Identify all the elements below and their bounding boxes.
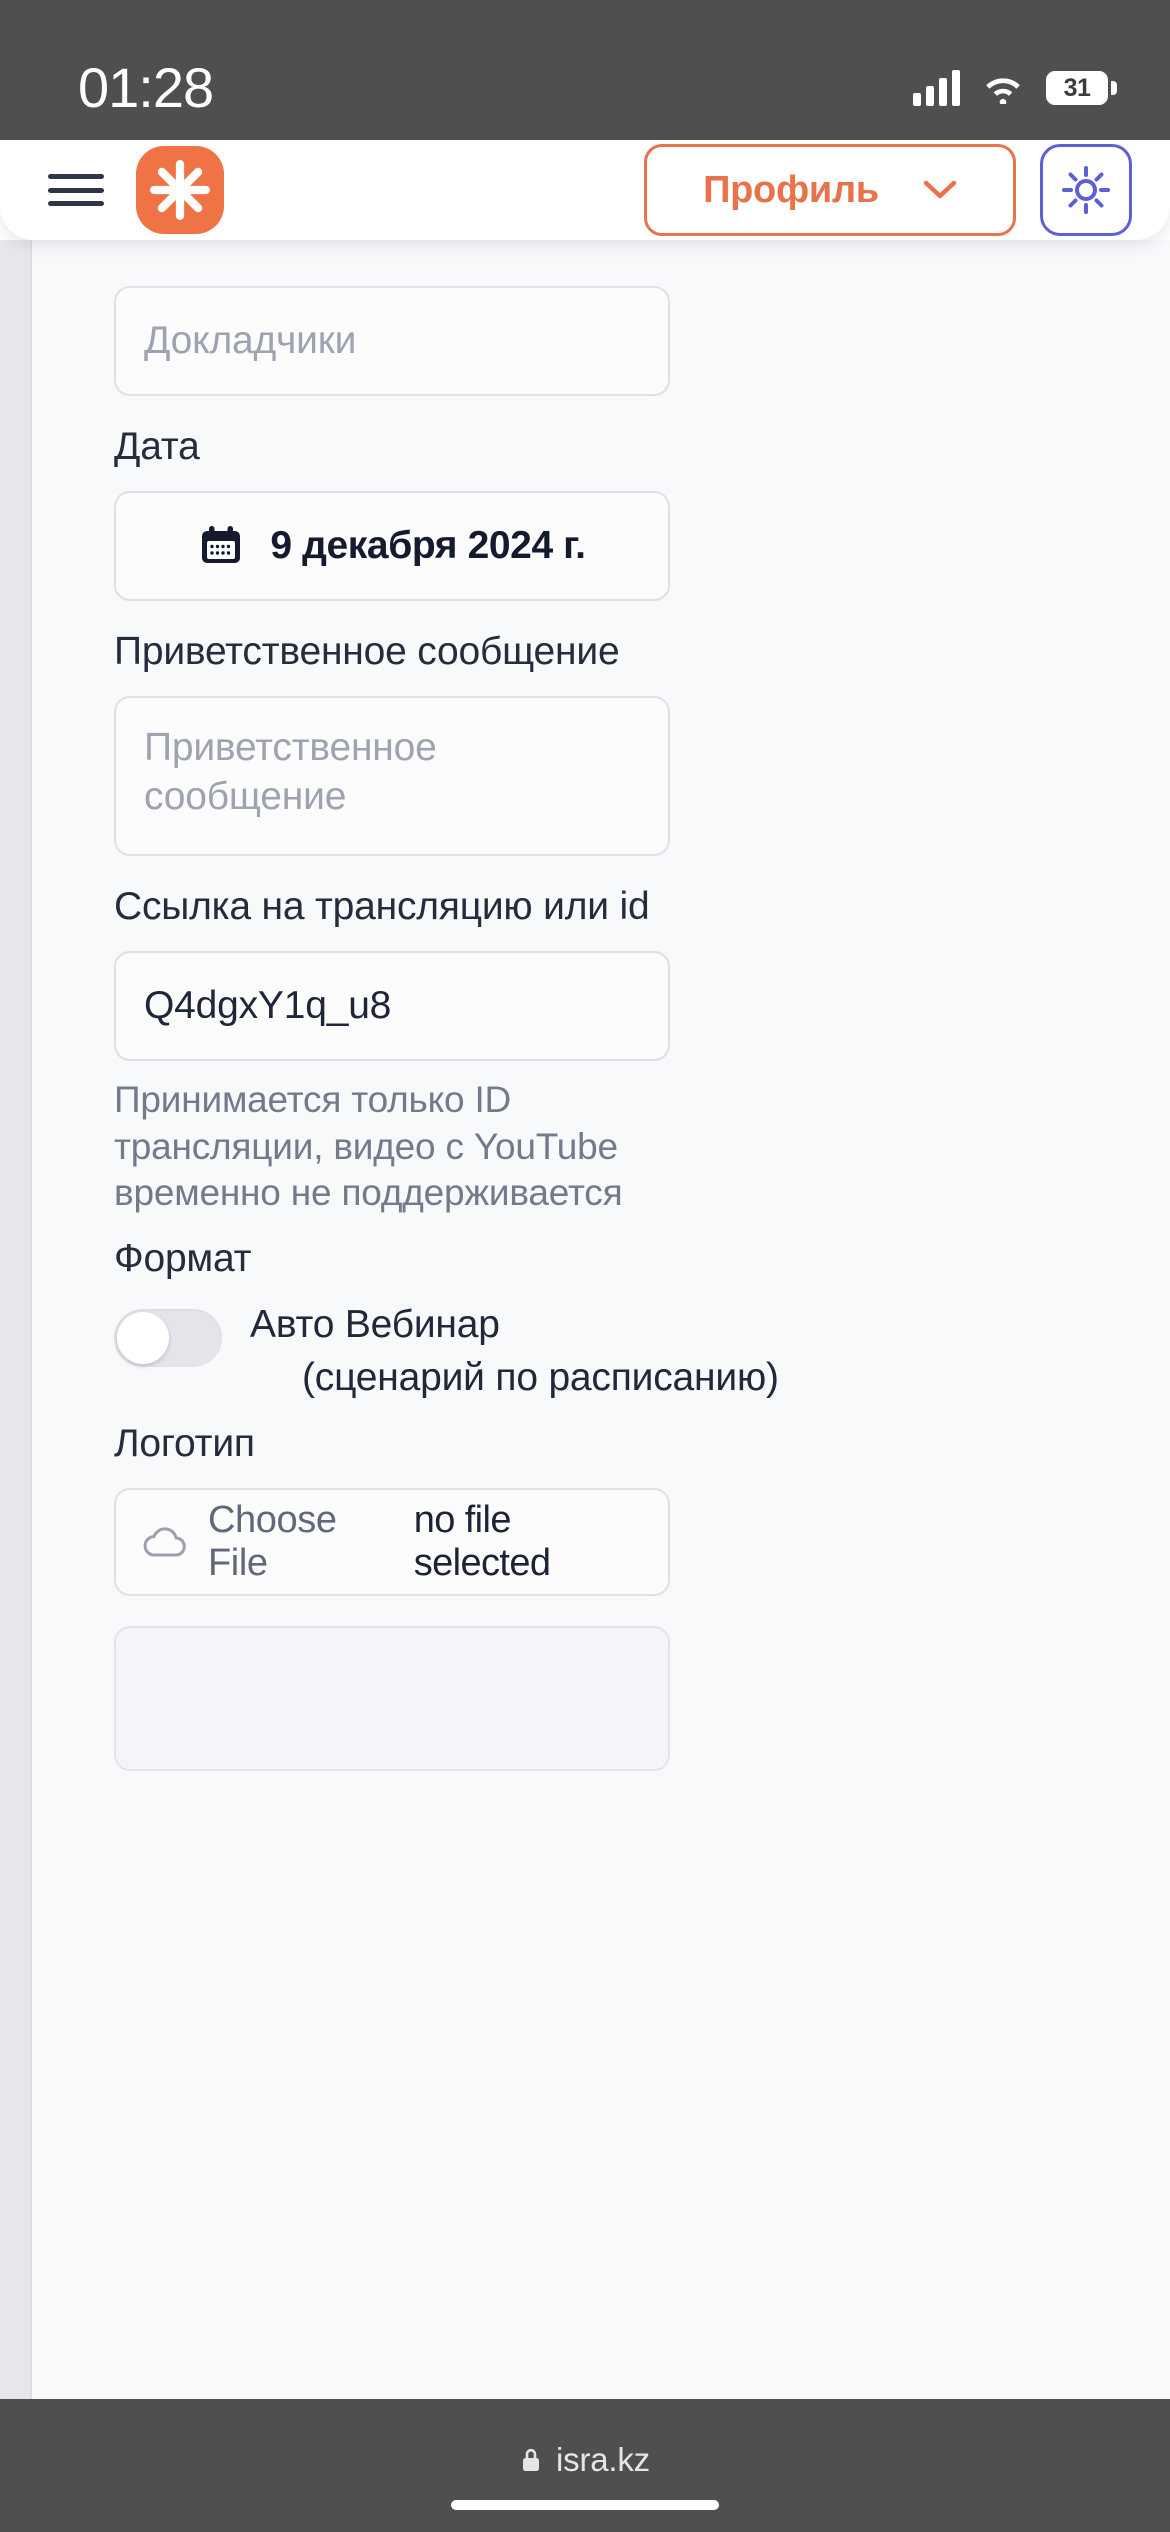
app-header: Профиль [0, 140, 1170, 240]
battery-icon: 31 [1046, 71, 1117, 105]
asterisk-logo-icon[interactable] [136, 146, 224, 234]
field-logo: Логотип Choose File no file selected [114, 1419, 1088, 1772]
file-status-label: no file selected [413, 1499, 551, 1585]
greeting-label: Приветственное сообщение [114, 630, 620, 674]
home-indicator[interactable] [451, 2500, 719, 2510]
date-value: 9 декабря 2024 г. [270, 524, 586, 568]
status-bar: 01:28 31 [0, 0, 1170, 140]
status-indicators: 31 [913, 70, 1117, 106]
date-picker-input[interactable]: 9 декабря 2024 г. [114, 491, 670, 602]
url-text: isra.kz [556, 2441, 650, 2478]
field-date: Дата 9 декабря 2024 г. [114, 422, 1088, 602]
auto-webinar-label-line1: Авто Вебинар [250, 1303, 500, 1347]
battery-level: 31 [1063, 73, 1091, 102]
page-left-rail [0, 240, 30, 2399]
format-toggle-row: Авто Вебинар (сценарий по расписанию) [114, 1303, 1088, 1401]
url-display[interactable]: isra.kz [520, 2441, 650, 2479]
asterisk-glyph [150, 160, 210, 220]
sun-icon [1062, 166, 1110, 214]
auto-webinar-label-line2: (сценарий по расписанию) [302, 1356, 779, 1400]
stream-link-input[interactable]: Q4dgxY1q_u8 [114, 951, 670, 1062]
status-time: 01:28 [78, 56, 214, 119]
profile-dropdown-label: Профиль [703, 168, 879, 211]
cellular-bars-icon [913, 70, 960, 106]
hamburger-menu-icon[interactable] [48, 169, 104, 211]
lock-icon [523, 2448, 540, 2471]
wifi-icon [986, 78, 1020, 104]
cloud-upload-icon [143, 1527, 186, 1557]
logo-label: Логотип [114, 1421, 255, 1465]
theme-toggle-button[interactable] [1040, 144, 1132, 236]
logo-preview-dropzone[interactable] [114, 1626, 670, 1772]
choose-file-label: Choose File [208, 1499, 337, 1585]
chevron-down-icon [923, 180, 957, 199]
profile-dropdown-button[interactable]: Профиль [644, 144, 1016, 236]
greeting-textarea[interactable]: Приветственное сообщение [114, 696, 670, 857]
format-label: Формат [114, 1237, 252, 1281]
webinar-form-card: Докладчики Дата 9 декабря 2024 г. Привет… [30, 240, 1170, 2399]
speakers-input[interactable]: Докладчики [114, 286, 670, 396]
stream-link-label: Ссылка на трансляцию или id [114, 885, 650, 929]
toggle-knob [117, 1312, 169, 1365]
field-speakers: Докладчики [114, 286, 1088, 396]
browser-bottom-bar: isra.kz [0, 2399, 1170, 2532]
field-greeting: Приветственное сообщение Приветственное … [114, 627, 1088, 857]
auto-webinar-label: Авто Вебинар (сценарий по расписанию) [250, 1303, 779, 1401]
date-label: Дата [114, 425, 200, 468]
page-body: Докладчики Дата 9 декабря 2024 г. Привет… [0, 240, 1170, 2399]
field-stream-link: Ссылка на трансляцию или id Q4dgxY1q_u8 … [114, 882, 1088, 1216]
field-format: Формат Авто Вебинар (сценарий по расписа… [114, 1234, 1088, 1401]
phone-screen: 01:28 31 Профиль Докладчики Дата 9 декаб… [0, 0, 1170, 2532]
calendar-icon [202, 526, 241, 564]
logo-file-picker[interactable]: Choose File no file selected [114, 1488, 670, 1597]
stream-link-hint: Принимается только ID трансляции, видео … [114, 1079, 623, 1213]
auto-webinar-toggle[interactable] [114, 1309, 222, 1368]
